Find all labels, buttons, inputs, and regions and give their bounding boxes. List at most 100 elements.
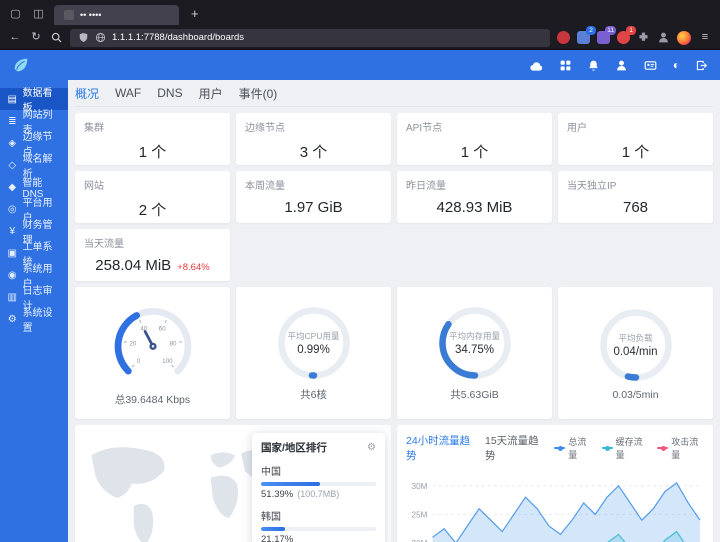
url-text: 1.1.1.1:7788/dashboard/boards (112, 32, 245, 43)
stat-card-edge-nodes: 边缘节点 3 个 (236, 113, 391, 165)
domain-icon: ◇ (8, 159, 17, 171)
stat-card-api-nodes: API节点 1 个 (397, 113, 552, 165)
speed-gauge-card: 0 20 40 60 80 100 总39.6484 Kbps (75, 287, 230, 419)
stat-card-today-traffic: 当天流量 258.04 MiB +8.64% (75, 229, 230, 281)
bell-icon[interactable] (587, 59, 600, 72)
browser-tab[interactable]: •• •••• (54, 4, 179, 25)
apps-grid-icon[interactable] (559, 59, 572, 72)
website-list-icon: ≣ (8, 115, 17, 127)
extension-purple-icon[interactable]: 11 (597, 26, 616, 44)
rank-item-korea: 韩国 21.17% (261, 508, 376, 542)
sidebar-item-settings[interactable]: ⚙ 系统设置 (0, 308, 68, 334)
platform-users-icon: ◎ (7, 203, 17, 215)
system-users-icon: ◉ (7, 269, 17, 281)
sidebar: ▤ 数据看板 ≣ 网站列表 ◈ 边缘节点 ◇ 域名解析 ◆ 智能DNS ◎ 平台用户 ¥ 财务… (0, 80, 68, 542)
site-info-icon[interactable] (95, 32, 106, 43)
legend-marker-icon (554, 445, 566, 451)
today-traffic-value: 258.04 MiB (95, 257, 172, 274)
workspace-icon[interactable]: ◫ (31, 7, 46, 20)
theme-toggle-icon[interactable]: ◐ (673, 59, 680, 71)
tab-events[interactable]: 事件(0) (239, 85, 278, 102)
rank-bar (261, 527, 376, 531)
tab-title: •• •••• (80, 9, 102, 20)
svg-text:20: 20 (129, 340, 136, 347)
rank-title: 国家/地区排行 (261, 442, 327, 454)
ticket-icon: ▣ (7, 247, 17, 259)
stats-row-3: 当天流量 258.04 MiB +8.64% (75, 229, 713, 281)
main-content: 概况 WAF DNS 用户 事件(0) 集群 1 个 边缘节点 3 个 API节点 1… (68, 80, 720, 542)
leaf-logo-icon (14, 58, 28, 72)
finance-icon: ¥ (9, 225, 16, 237)
logout-icon[interactable] (695, 59, 708, 72)
browser-navbar: ← ↻ 1.1.1.1:7788/dashboard/boards 2 11 1… (0, 26, 720, 50)
stat-card-week-traffic: 本周流量 1.97 GiB (236, 171, 391, 223)
svg-text:100: 100 (162, 358, 173, 365)
app-logo (12, 56, 68, 74)
tab-waf[interactable]: WAF (115, 86, 141, 100)
stats-row-2: 网站 2 个 本周流量 1.97 GiB 昨日流量 428.93 MiB 当天独立IP… (75, 171, 713, 223)
svg-text:20M: 20M (412, 538, 428, 542)
edge-node-icon: ◈ (8, 137, 17, 149)
extension-red-icon[interactable]: 1 (617, 26, 636, 44)
memory-donut-card: 平均内存用量 34.75% 共5.63GiB (397, 287, 552, 419)
stat-card-unique-ip: 当天独立IP 768 (558, 171, 713, 223)
legend-total-traffic[interactable]: 总流量 (554, 435, 592, 461)
app: ◐ ▤ 数据看板 ≣ 网站列表 ◈ 边缘节点 ◇ 域名解析 ◆ 智能DNS ◎ 平台用户 ¥… (0, 50, 720, 542)
legend-marker-icon (657, 445, 669, 451)
browser-titlebar: ▢ ◫ •• •••• + (0, 0, 720, 26)
search-icon[interactable] (50, 31, 63, 44)
svg-text:30M: 30M (412, 481, 428, 491)
country-rank-panel: 国家/地区排行 ⚙ 中国 51.39% (100.7MB) 韩国 21.17% (252, 433, 385, 542)
legend-attack-traffic[interactable]: 攻击流量 (657, 435, 704, 461)
geo-map-card: 国家/地区排行 ⚙ 中国 51.39% (100.7MB) 韩国 21.17% (75, 425, 391, 542)
stats-row-1: 集群 1 个 边缘节点 3 个 API节点 1 个 用户 1 个 (75, 113, 713, 165)
chart-header: 24小时流量趋势 15天流量趋势 总流量 缓存流量 攻击流量 (406, 433, 704, 463)
svg-text:0: 0 (136, 358, 140, 365)
svg-text:25M: 25M (412, 509, 428, 519)
traffic-chart-card: 24小时流量趋势 15天流量趋势 总流量 缓存流量 攻击流量 30M 25M 20M (397, 425, 713, 542)
sidebar-item-dns-resolve[interactable]: ◇ 域名解析 (0, 154, 68, 180)
speed-gauge: 02040 6080100 (114, 307, 191, 375)
bottom-row: 国家/地区排行 ⚙ 中国 51.39% (100.7MB) 韩国 21.17% … (75, 425, 713, 542)
screen: ▢ ◫ •• •••• + ← ↻ 1.1.1.1:7788/dashboard… (0, 0, 720, 542)
dashboard-icon: ▤ (7, 93, 17, 105)
window-menu-icon[interactable]: ▢ (8, 7, 23, 20)
tab-users[interactable]: 用户 (199, 85, 223, 102)
idcard-icon[interactable] (643, 59, 658, 72)
profile-icon[interactable] (657, 31, 670, 44)
stat-card-websites: 网站 2 个 (75, 171, 230, 223)
audit-log-icon: ▥ (7, 291, 17, 303)
extension-blue-icon[interactable]: 2 (577, 26, 596, 44)
tab-dns[interactable]: DNS (157, 86, 182, 100)
tab-overview[interactable]: 概况 (75, 85, 99, 102)
load-donut-card: 平均负载 0.04/min 0.03/5min (558, 287, 713, 419)
app-header: ◐ (0, 50, 720, 80)
settings-icon: ⚙ (7, 313, 17, 325)
chart-tab-24h[interactable]: 24小时流量趋势 (406, 433, 475, 463)
today-traffic-delta: +8.64% (177, 262, 210, 273)
back-button[interactable]: ← (8, 32, 22, 43)
address-bar[interactable]: 1.1.1.1:7788/dashboard/boards (70, 28, 550, 47)
stat-card-users: 用户 1 个 (558, 113, 713, 165)
shield-icon[interactable] (78, 32, 89, 43)
speed-gauge-caption: 总39.6484 Kbps (114, 394, 191, 406)
svg-text:60: 60 (158, 326, 165, 333)
puzzle-icon[interactable] (637, 31, 650, 44)
adblock-icon[interactable] (557, 31, 570, 44)
cloud-icon[interactable] (529, 59, 544, 72)
new-tab-button[interactable]: + (187, 6, 203, 21)
browser-logo-icon[interactable] (677, 30, 691, 45)
app-body: ▤ 数据看板 ≣ 网站列表 ◈ 边缘节点 ◇ 域名解析 ◆ 智能DNS ◎ 平台用户 ¥ 财务… (0, 80, 720, 542)
user-icon[interactable] (615, 59, 628, 72)
menu-icon[interactable]: ≡ (698, 32, 712, 43)
traffic-area-chart: 30M 25M 20M (412, 481, 701, 542)
rank-item-china: 中国 51.39% (100.7MB) (261, 463, 376, 500)
stat-card-cluster: 集群 1 个 (75, 113, 230, 165)
chart-legend: 总流量 缓存流量 攻击流量 (554, 435, 704, 461)
refresh-button[interactable]: ↻ (29, 32, 43, 43)
rank-settings-icon[interactable]: ⚙ (367, 442, 376, 453)
chart-tab-15d[interactable]: 15天流量趋势 (485, 433, 544, 463)
legend-marker-icon (601, 445, 613, 451)
legend-cache-traffic[interactable]: 缓存流量 (601, 435, 649, 461)
header-icons: ◐ (529, 59, 708, 72)
